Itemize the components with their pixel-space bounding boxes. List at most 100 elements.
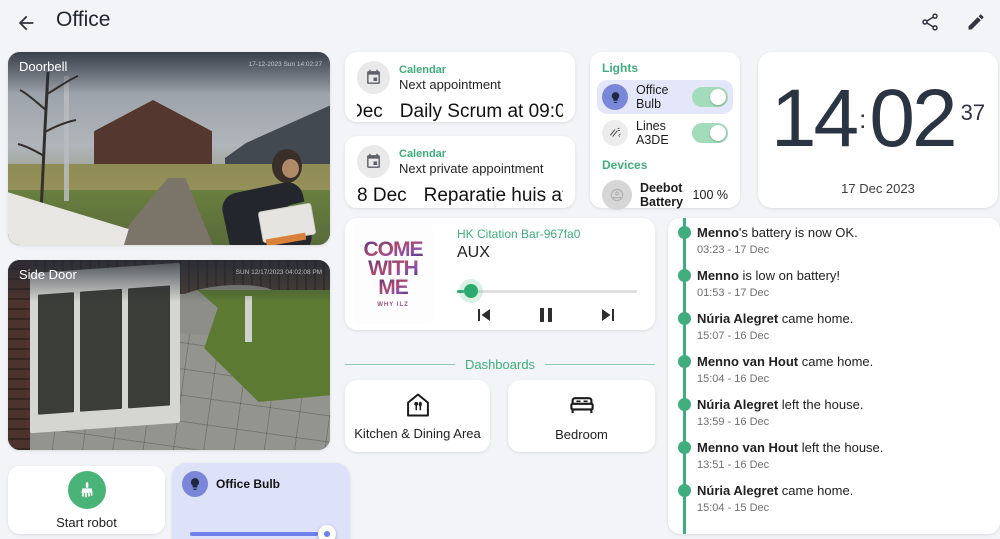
timeline-dot: [678, 269, 691, 282]
vacuum-icon-circle: [602, 180, 632, 210]
logbook-message: left the house.: [798, 440, 884, 455]
album-art-credit: WHY ILZ: [377, 302, 409, 309]
album-art-text: ME: [378, 276, 408, 300]
dashboard-office: Office Doorbell 17-12-2023 Sun 14:02:27 …: [0, 0, 1000, 539]
lightbulb-icon: [611, 91, 619, 103]
entity-name: Office Bulb: [636, 83, 669, 111]
calendar-next-appointment-card[interactable]: Calendar Next appointment Dec Daily Scru…: [345, 52, 575, 122]
office-bulb-toggle[interactable]: [692, 87, 728, 107]
event-title: Reparatie huis at 00:00: [423, 185, 563, 206]
previous-track-button[interactable]: [471, 302, 497, 328]
broom-icon: [80, 481, 93, 497]
share-button[interactable]: [916, 8, 944, 36]
event-date: 8 Dec: [357, 185, 407, 206]
volume-slider[interactable]: [457, 284, 637, 298]
brightness-slider[interactable]: [190, 525, 337, 539]
divider-label: Dashboards: [464, 356, 536, 372]
logbook-card: Menno's battery is now OK. 03:23 - 17 De…: [668, 218, 1000, 534]
toggle-knob: [710, 125, 726, 141]
logbook-entry: Menno van Hout left the house. 13:51 - 1…: [668, 439, 994, 471]
logbook-entity[interactable]: Menno: [697, 268, 739, 283]
camera-doorbell[interactable]: Doorbell 17-12-2023 Sun 14:02:27: [8, 52, 330, 245]
logbook-time: 13:51 - 16 Dec: [697, 459, 770, 471]
logbook-time: 15:04 - 16 Dec: [697, 373, 770, 385]
calendar-icon-circle: [357, 145, 390, 178]
brightness-fill: [190, 532, 319, 536]
bed-icon: [569, 397, 594, 414]
logbook-entity[interactable]: Menno van Hout: [697, 354, 798, 369]
start-robot-label: Start robot: [56, 514, 117, 530]
entity-value: 100 %: [692, 188, 728, 202]
timeline-dot: [678, 355, 691, 368]
arrow-left-icon: [18, 15, 34, 31]
entity-row-deebot-battery[interactable]: Deebot Battery 100 %: [597, 177, 733, 213]
edit-button[interactable]: [962, 8, 990, 36]
pause-button[interactable]: [533, 302, 559, 328]
sparkle-lines-icon: [609, 127, 621, 137]
volume-thumb[interactable]: [464, 284, 479, 298]
logbook-entry: Núria Alegret came home. 15:07 - 16 Dec: [668, 310, 994, 342]
logbook-time: 15:04 - 15 Dec: [697, 502, 770, 514]
logbook-entries: Menno's battery is now OK. 03:23 - 17 De…: [668, 224, 994, 525]
dashboard-label: Bedroom: [555, 427, 608, 442]
logbook-message: is low on battery!: [738, 268, 841, 283]
bulb-icon-circle[interactable]: [182, 471, 208, 497]
album-art: COME WITH ME WHY ILZ: [353, 224, 433, 324]
logbook-entity[interactable]: Menno: [697, 225, 739, 240]
light-strip-icon-circle[interactable]: [602, 120, 628, 146]
camera-label: Doorbell: [19, 59, 68, 74]
card-subtitle: Next appointment: [399, 76, 501, 92]
logbook-time: 13:59 - 16 Dec: [697, 416, 770, 428]
logbook-time: 15:07 - 16 Dec: [697, 330, 770, 342]
camera-side-door[interactable]: Side Door SUN 12/17/2023 04:02:08 PM: [8, 260, 330, 450]
logbook-entity[interactable]: Núria Alegret: [697, 311, 778, 326]
skip-next-icon: [602, 309, 614, 321]
brightness-thumb[interactable]: [318, 525, 337, 539]
logbook-entry: Menno's battery is now OK. 03:23 - 17 De…: [668, 224, 994, 256]
logbook-entry: Núria Alegret came home. 15:04 - 15 Dec: [668, 482, 994, 514]
entity-row-lines-a3de[interactable]: Lines A3DE: [597, 116, 733, 150]
office-bulb-slider-card[interactable]: Office Bulb: [172, 463, 350, 539]
timeline-dot: [678, 312, 691, 325]
robot-vacuum-icon: [610, 188, 624, 202]
clock-hours: 14: [770, 73, 859, 164]
dashboard-kitchen-button[interactable]: Kitchen & Dining Area: [345, 380, 490, 452]
page-title: Office: [56, 8, 111, 31]
media-player-card[interactable]: COME WITH ME WHY ILZ HK Citation Bar-967…: [345, 218, 655, 330]
logbook-entity[interactable]: Núria Alegret: [697, 483, 778, 498]
media-player-name: HK Citation Bar-967fa0: [457, 227, 581, 241]
sidedoor-pole: [245, 296, 252, 342]
event-date: Dec: [357, 101, 383, 122]
entity-row-office-bulb[interactable]: Office Bulb: [597, 80, 733, 114]
logbook-message: left the house.: [778, 397, 864, 412]
start-robot-button[interactable]: Start robot: [8, 466, 165, 534]
entity-name: Deebot Battery: [640, 181, 684, 209]
album-art-text: COME: [363, 237, 424, 261]
logbook-message: came home.: [778, 483, 854, 498]
skip-previous-icon: [478, 309, 490, 321]
back-button[interactable]: [12, 9, 40, 37]
timeline-dot: [678, 226, 691, 239]
next-track-button[interactable]: [595, 302, 621, 328]
dashboard-label: Kitchen & Dining Area: [354, 426, 481, 441]
devices-section-header: Devices: [602, 158, 648, 172]
camera-label: Side Door: [19, 267, 77, 282]
card-subtitle: Next private appointment: [399, 160, 544, 176]
logbook-entity[interactable]: Núria Alegret: [697, 397, 778, 412]
pause-icon: [540, 308, 552, 322]
divider-line: [345, 363, 455, 365]
logbook-message: 's battery is now OK.: [738, 225, 858, 240]
camera-timestamp: 17-12-2023 Sun 14:02:27: [248, 60, 322, 68]
clock-time: 14 : 02 37: [758, 78, 998, 160]
lines-a3de-toggle[interactable]: [692, 123, 728, 143]
dashboards-divider: Dashboards: [345, 355, 656, 373]
entity-name: Lines A3DE: [636, 119, 669, 147]
lights-section-header: Lights: [602, 61, 638, 75]
dashboard-bedroom-button[interactable]: Bedroom: [508, 380, 655, 452]
clock-card: 14 : 02 37 17 Dec 2023: [758, 52, 998, 208]
toggle-knob: [710, 89, 726, 105]
bulb-icon-circle[interactable]: [602, 84, 628, 110]
logbook-entity[interactable]: Menno van Hout: [697, 440, 798, 455]
calendar-next-private-appointment-card[interactable]: Calendar Next private appointment 8 Dec …: [345, 136, 575, 208]
header: Office: [0, 0, 1000, 46]
